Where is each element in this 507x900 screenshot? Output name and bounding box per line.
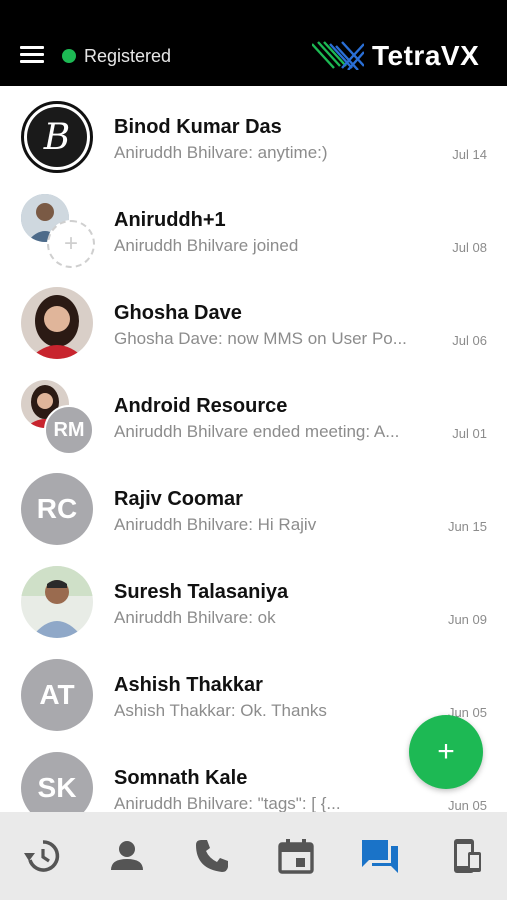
conversation-preview: Ghosha Dave: now MMS on User Po... xyxy=(114,329,407,348)
avatar: B xyxy=(21,101,93,173)
conversation-date: Jul 06 xyxy=(452,333,487,348)
conversation-date: Jun 05 xyxy=(447,798,487,812)
conversation-preview: Aniruddh Bhilvare ended meeting: A... xyxy=(114,422,400,441)
conversation-preview: Ashish Thakkar: Ok. Thanks xyxy=(114,701,327,720)
conversation-preview: Aniruddh Bhilvare: Hi Rajiv xyxy=(114,515,317,534)
conversation-name: Suresh Talasaniya xyxy=(114,581,289,603)
conversation-name: Somnath Kale xyxy=(114,767,248,789)
conversation-row[interactable]: B Binod Kumar Das Aniruddh Bhilvare: any… xyxy=(0,86,507,179)
conversation-row[interactable]: + Aniruddh+1 Aniruddh Bhilvare joined Ju… xyxy=(0,179,507,272)
conversation-date: Jul 01 xyxy=(452,426,487,441)
conversation-name: Ghosha Dave xyxy=(114,302,242,324)
conversation-date: Jul 08 xyxy=(452,240,487,255)
logo-mark-icon xyxy=(312,41,364,70)
new-conversation-button[interactable]: + xyxy=(409,715,483,789)
history-icon[interactable] xyxy=(22,836,62,876)
conversation-name: Binod Kumar Das xyxy=(114,116,282,138)
conversation-row[interactable]: Ghosha Dave Ghosha Dave: now MMS on User… xyxy=(0,272,507,365)
monogram-avatar-icon: B xyxy=(27,107,87,167)
chat-icon[interactable] xyxy=(360,836,400,876)
conversation-preview: Aniruddh Bhilvare joined xyxy=(114,236,299,255)
svg-text:B: B xyxy=(43,117,70,158)
conversation-date: Jul 14 xyxy=(452,147,487,162)
avatar-initials: AT xyxy=(21,659,93,731)
conversation-name: Ashish Thakkar xyxy=(114,674,263,696)
menu-icon[interactable] xyxy=(20,46,44,64)
conversation-preview: Aniruddh Bhilvare: anytime:) xyxy=(114,143,328,162)
app-header: Registered TetraVX xyxy=(0,0,507,86)
avatar-initials-badge: RM xyxy=(44,405,94,455)
conversation-row[interactable]: RM Android Resource Aniruddh Bhilvare en… xyxy=(0,365,507,458)
conversation-row[interactable]: RC Rajiv Coomar Aniruddh Bhilvare: Hi Ra… xyxy=(0,458,507,551)
person-photo-icon xyxy=(21,287,93,359)
conversation-name: Rajiv Coomar xyxy=(114,488,243,510)
contacts-icon[interactable] xyxy=(107,836,147,876)
bottom-nav xyxy=(0,812,507,900)
conversation-name: Android Resource xyxy=(114,395,288,417)
conversation-name: Aniruddh+1 xyxy=(114,209,226,231)
add-participant-icon: + xyxy=(47,220,95,268)
avatar-initials: SK xyxy=(21,752,93,812)
brand-logo: TetraVX xyxy=(312,38,502,74)
avatar-initials: RC xyxy=(21,473,93,545)
brand-name: TetraVX xyxy=(372,40,480,71)
person-photo-icon xyxy=(21,566,93,638)
avatar xyxy=(21,287,93,359)
conversation-date: Jun 15 xyxy=(447,519,487,534)
conversation-date: Jun 09 xyxy=(447,612,487,627)
conversation-list: B Binod Kumar Das Aniruddh Bhilvare: any… xyxy=(0,86,507,812)
device-transfer-icon[interactable] xyxy=(446,836,486,876)
conversation-row[interactable]: Suresh Talasaniya Aniruddh Bhilvare: ok … xyxy=(0,551,507,644)
conversation-preview: Aniruddh Bhilvare: ok xyxy=(114,608,276,627)
conversation-preview: Aniruddh Bhilvare: "tags": [ {... xyxy=(114,794,341,812)
status-text: Registered xyxy=(84,46,172,66)
status-indicator xyxy=(62,49,76,63)
calendar-icon[interactable] xyxy=(276,836,316,876)
avatar xyxy=(21,566,93,638)
phone-icon[interactable] xyxy=(192,836,232,876)
